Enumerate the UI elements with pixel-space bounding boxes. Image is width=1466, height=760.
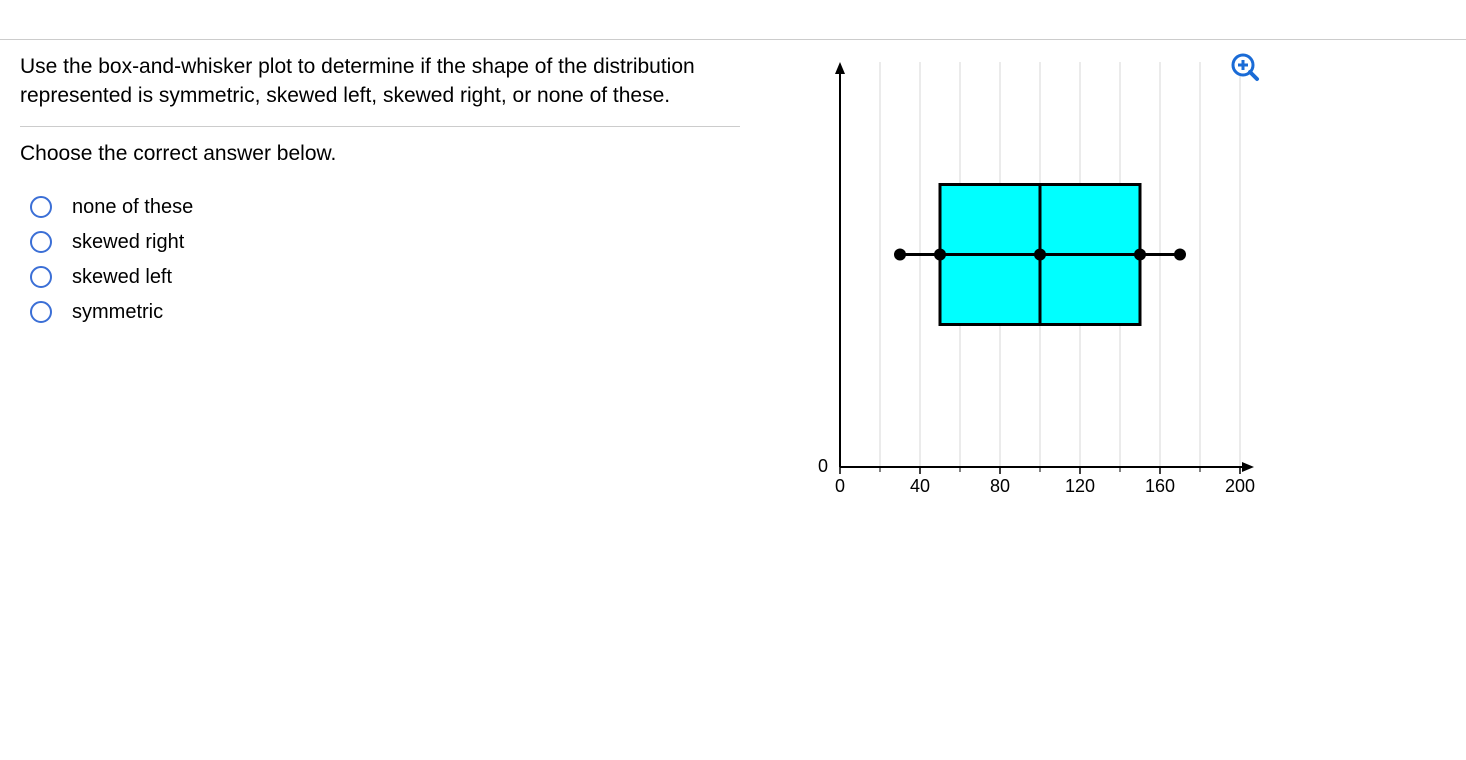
question-panel: Use the box-and-whisker plot to determin… xyxy=(0,52,760,552)
zoom-in-button[interactable] xyxy=(1230,52,1260,82)
radio-button[interactable] xyxy=(30,196,52,218)
chart-panel: 0 40 80 120 160 200 0 xyxy=(760,52,1260,552)
zoom-in-icon xyxy=(1230,52,1260,82)
question-text: Use the box-and-whisker plot to determin… xyxy=(20,52,740,127)
boxplot-chart: 0 40 80 120 160 200 0 xyxy=(790,52,1260,552)
svg-text:0: 0 xyxy=(835,476,845,496)
radio-button[interactable] xyxy=(30,266,52,288)
svg-text:160: 160 xyxy=(1145,476,1175,496)
radio-button[interactable] xyxy=(30,231,52,253)
boxplot-svg: 0 40 80 120 160 200 0 xyxy=(790,52,1260,532)
svg-text:200: 200 xyxy=(1225,476,1255,496)
svg-text:0: 0 xyxy=(818,456,828,476)
content-area: Use the box-and-whisker plot to determin… xyxy=(0,40,1466,552)
svg-text:80: 80 xyxy=(990,476,1010,496)
top-divider xyxy=(0,0,1466,40)
answer-options: none of these skewed right skewed left s… xyxy=(20,196,740,324)
option-skewed-right[interactable]: skewed right xyxy=(30,231,740,254)
option-label: symmetric xyxy=(72,301,163,324)
quiz-question-container: Use the box-and-whisker plot to determin… xyxy=(0,0,1466,760)
option-none-of-these[interactable]: none of these xyxy=(30,196,740,219)
option-label: none of these xyxy=(72,196,193,219)
radio-button[interactable] xyxy=(30,301,52,323)
instruction-text: Choose the correct answer below. xyxy=(20,127,740,196)
option-label: skewed right xyxy=(72,231,184,254)
svg-text:120: 120 xyxy=(1065,476,1095,496)
svg-text:40: 40 xyxy=(910,476,930,496)
option-label: skewed left xyxy=(72,266,172,289)
option-symmetric[interactable]: symmetric xyxy=(30,301,740,324)
option-skewed-left[interactable]: skewed left xyxy=(30,266,740,289)
